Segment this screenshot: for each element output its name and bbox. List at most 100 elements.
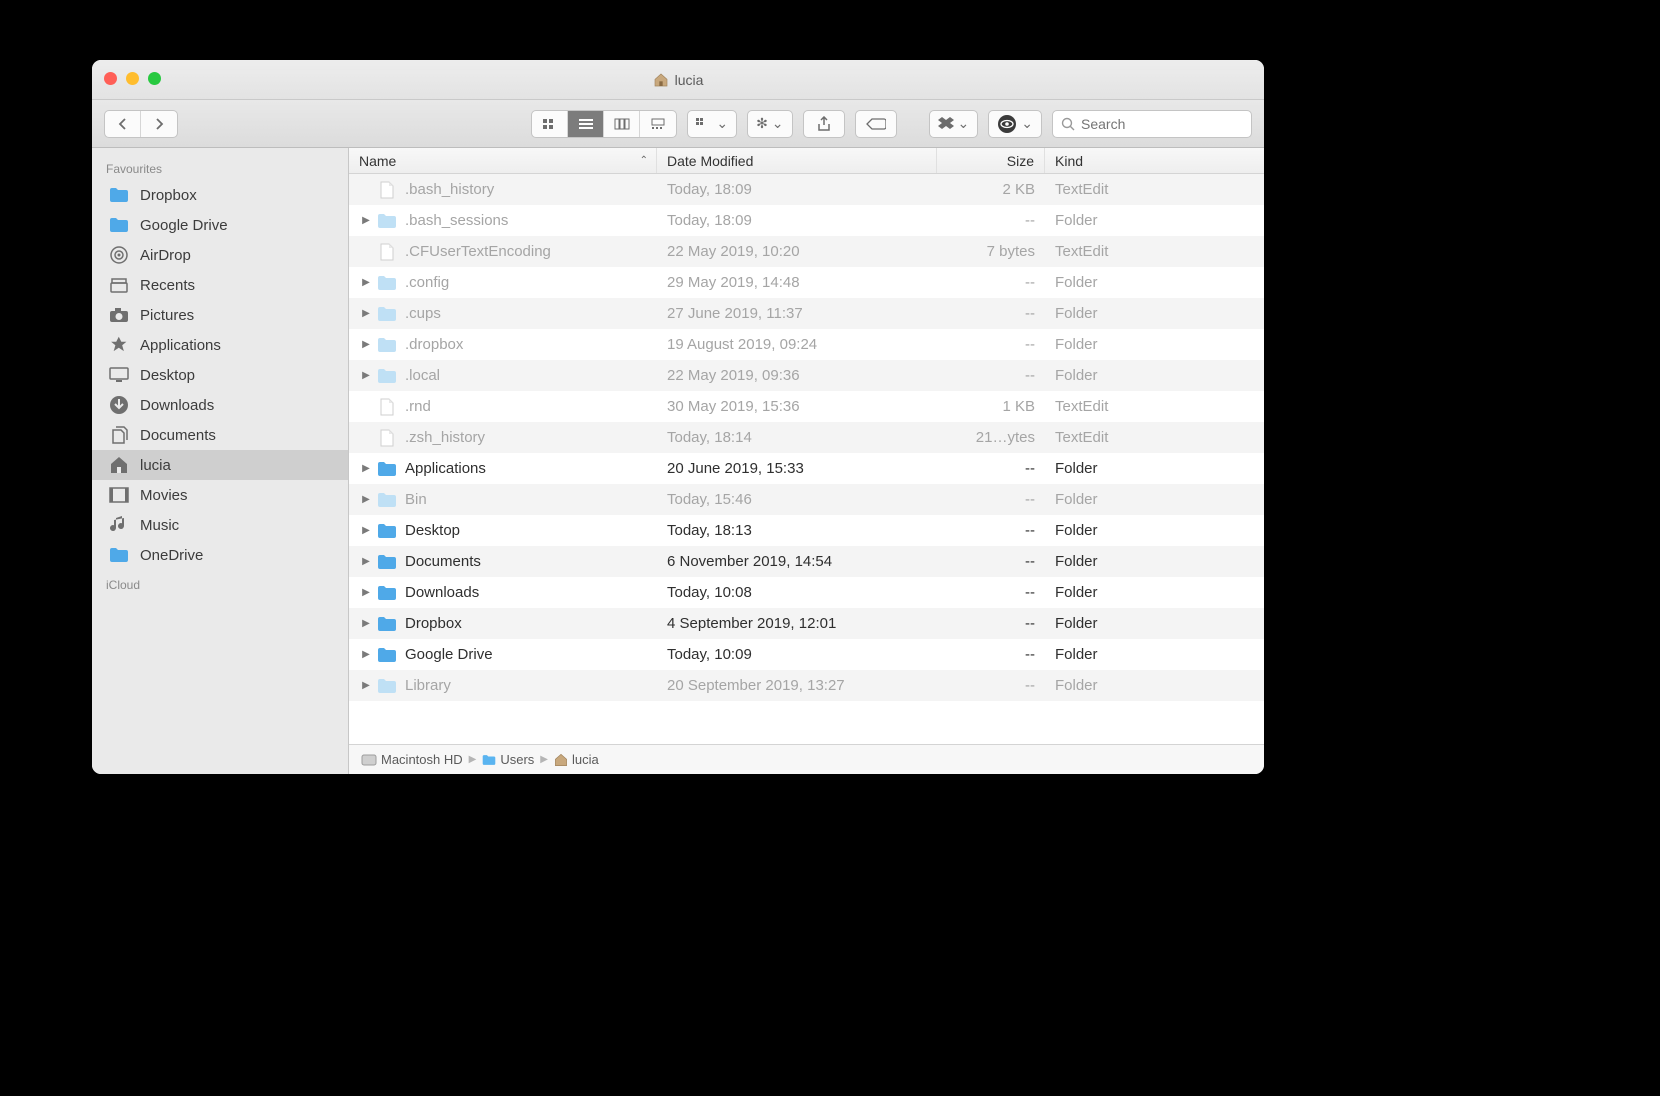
path-item[interactable]: lucia [554, 752, 599, 767]
file-row[interactable]: ▶ Applications 20 June 2019, 15:33 -- Fo… [349, 453, 1264, 484]
folder-db-icon [377, 614, 397, 634]
downloads-icon [108, 394, 130, 416]
column-header-name[interactable]: Name⌃ [349, 148, 657, 173]
sidebar-item-movies[interactable]: Movies [92, 480, 348, 510]
disclosure-triangle[interactable]: ▶ [359, 525, 373, 536]
disclosure-triangle[interactable]: ▶ [359, 308, 373, 319]
file-row[interactable]: ▶ .config 29 May 2019, 14:48 -- Folder [349, 267, 1264, 298]
file-row[interactable]: .bash_history Today, 18:09 2 KB TextEdit [349, 174, 1264, 205]
file-row[interactable]: ▶ .dropbox 19 August 2019, 09:24 -- Fold… [349, 329, 1264, 360]
path-item[interactable]: Users [482, 752, 534, 767]
disclosure-triangle[interactable]: ▶ [359, 339, 373, 350]
disclosure-triangle[interactable]: ▶ [359, 215, 373, 226]
column-header-size[interactable]: Size [937, 148, 1045, 173]
minimize-button[interactable] [126, 72, 139, 85]
folder-apps-icon [377, 459, 397, 479]
file-name: Downloads [405, 584, 479, 601]
back-button[interactable] [105, 111, 141, 137]
file-name: .bash_history [405, 181, 494, 198]
search-input[interactable] [1081, 116, 1243, 132]
file-size: -- [937, 639, 1045, 670]
list-view-button[interactable] [568, 111, 604, 137]
file-row[interactable]: ▶ Downloads Today, 10:08 -- Folder [349, 577, 1264, 608]
file-row[interactable]: .CFUserTextEncoding 22 May 2019, 10:20 7… [349, 236, 1264, 267]
path-label: Macintosh HD [381, 752, 463, 767]
column-header-kind[interactable]: Kind [1045, 148, 1264, 173]
forward-button[interactable] [141, 111, 177, 137]
icon-view-button[interactable] [532, 111, 568, 137]
sidebar-item-lucia[interactable]: lucia [92, 450, 348, 480]
file-row[interactable]: ▶ .bash_sessions Today, 18:09 -- Folder [349, 205, 1264, 236]
share-button[interactable] [803, 110, 845, 138]
file-name: .local [405, 367, 440, 384]
folder-light-icon [377, 273, 397, 293]
file-row[interactable]: .zsh_history Today, 18:14 21…ytes TextEd… [349, 422, 1264, 453]
close-button[interactable] [104, 72, 117, 85]
file-date: Today, 15:46 [657, 484, 937, 515]
file-kind: Folder [1045, 453, 1264, 484]
sidebar-item-onedrive[interactable]: OneDrive [92, 540, 348, 570]
file-size: -- [937, 453, 1045, 484]
sidebar-item-label: Applications [140, 337, 221, 354]
folder-light-icon [377, 490, 397, 510]
dropbox-toolbar-button[interactable]: ⌄ [929, 110, 979, 138]
file-kind: Folder [1045, 515, 1264, 546]
file-row[interactable]: ▶ .local 22 May 2019, 09:36 -- Folder [349, 360, 1264, 391]
file-row[interactable]: ▶ .cups 27 June 2019, 11:37 -- Folder [349, 298, 1264, 329]
file-row[interactable]: ▶ Google Drive Today, 10:09 -- Folder [349, 639, 1264, 670]
file-list[interactable]: .bash_history Today, 18:09 2 KB TextEdit… [349, 174, 1264, 744]
path-item[interactable]: Macintosh HD [361, 752, 463, 768]
sidebar-item-recents[interactable]: Recents [92, 270, 348, 300]
sidebar-item-dropbox[interactable]: Dropbox [92, 180, 348, 210]
folder-light-icon [377, 211, 397, 231]
group-by-button[interactable]: ⌄ [687, 110, 737, 138]
file-row[interactable]: ▶ Desktop Today, 18:13 -- Folder [349, 515, 1264, 546]
music-icon [108, 514, 130, 536]
sidebar-item-pictures[interactable]: Pictures [92, 300, 348, 330]
file-row[interactable]: ▶ Bin Today, 15:46 -- Folder [349, 484, 1264, 515]
disclosure-triangle[interactable]: ▶ [359, 587, 373, 598]
disclosure-triangle[interactable]: ▶ [359, 680, 373, 691]
search-field[interactable] [1052, 110, 1252, 138]
disclosure-triangle[interactable]: ▶ [359, 649, 373, 660]
file-size: -- [937, 670, 1045, 701]
sidebar-item-label: Downloads [140, 397, 214, 414]
file-row[interactable]: ▶ Documents 6 November 2019, 14:54 -- Fo… [349, 546, 1264, 577]
gallery-view-button[interactable] [640, 111, 676, 137]
file-name: Applications [405, 460, 486, 477]
folder-icon [377, 552, 397, 572]
disclosure-triangle[interactable]: ▶ [359, 556, 373, 567]
disclosure-triangle[interactable]: ▶ [359, 370, 373, 381]
sidebar-item-downloads[interactable]: Downloads [92, 390, 348, 420]
sidebar-item-applications[interactable]: Applications [92, 330, 348, 360]
file-kind: Folder [1045, 205, 1264, 236]
file-row[interactable]: ▶ Library 20 September 2019, 13:27 -- Fo… [349, 670, 1264, 701]
file-name: .dropbox [405, 336, 463, 353]
file-date: 20 September 2019, 13:27 [657, 670, 937, 701]
sidebar-item-google-drive[interactable]: Google Drive [92, 210, 348, 240]
column-view-button[interactable] [604, 111, 640, 137]
disclosure-triangle[interactable]: ▶ [359, 618, 373, 629]
folder-icon [108, 544, 130, 566]
tags-button[interactable] [855, 110, 897, 138]
file-row[interactable]: .rnd 30 May 2019, 15:36 1 KB TextEdit [349, 391, 1264, 422]
file-row[interactable]: ▶ Dropbox 4 September 2019, 12:01 -- Fol… [349, 608, 1264, 639]
file-date: Today, 18:09 [657, 205, 937, 236]
disclosure-triangle[interactable]: ▶ [359, 463, 373, 474]
sidebar-item-music[interactable]: Music [92, 510, 348, 540]
action-button[interactable]: ✻⌄ [747, 110, 792, 138]
hidden-files-button[interactable]: ⌄ [988, 110, 1042, 138]
documents-icon [108, 424, 130, 446]
sidebar-item-desktop[interactable]: Desktop [92, 360, 348, 390]
file-name: .cups [405, 305, 441, 322]
window-controls [104, 72, 161, 85]
column-header-date[interactable]: Date Modified [657, 148, 937, 173]
fullscreen-button[interactable] [148, 72, 161, 85]
sidebar-item-documents[interactable]: Documents [92, 420, 348, 450]
sidebar-section-label: Favourites [92, 154, 348, 180]
disclosure-triangle[interactable]: ▶ [359, 494, 373, 505]
sidebar-item-label: Desktop [140, 367, 195, 384]
sidebar-item-airdrop[interactable]: AirDrop [92, 240, 348, 270]
disclosure-triangle[interactable]: ▶ [359, 277, 373, 288]
folder-gd-icon [377, 645, 397, 665]
